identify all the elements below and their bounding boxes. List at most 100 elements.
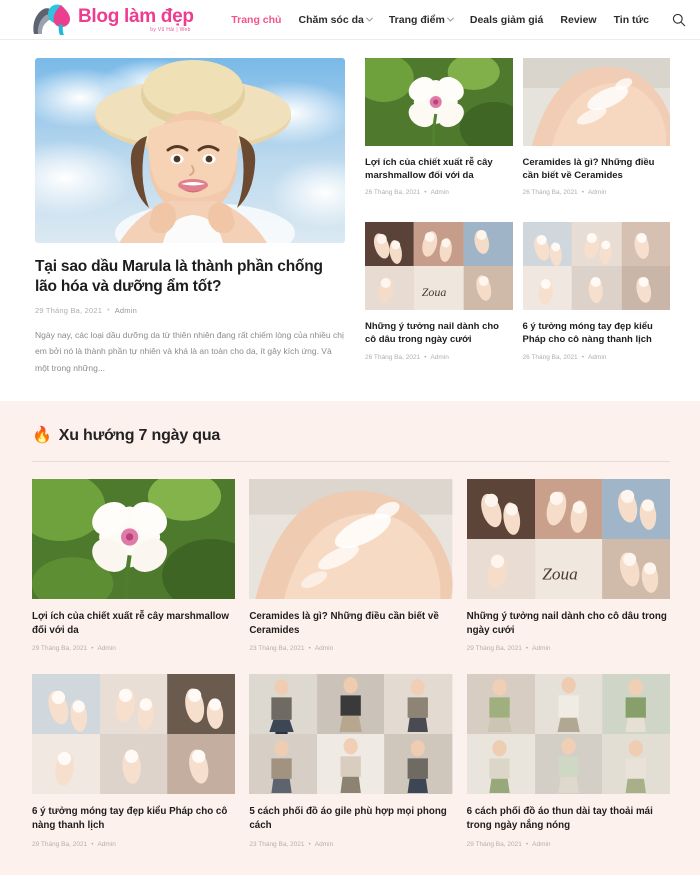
nav-label: Tin tức bbox=[613, 13, 649, 26]
side-card-0[interactable]: Lợi ích của chiết xuất rễ cây marshmallo… bbox=[353, 54, 528, 212]
side-card-image[interactable] bbox=[353, 54, 528, 154]
site-header: Blog làm đẹp by Vũ Hải | Web Trang chủ C… bbox=[0, 0, 700, 40]
trending-card-author[interactable]: Admin bbox=[315, 645, 333, 652]
trending-card-author[interactable]: Admin bbox=[532, 841, 550, 848]
trending-card-title[interactable]: Những ý tưởng nail dành cho cô dâu trong… bbox=[467, 610, 670, 638]
trending-card-meta: 29 Tháng Ba, 2021 • Admin bbox=[467, 841, 670, 848]
meta-separator: • bbox=[525, 645, 529, 653]
nav-label: Trang điểm bbox=[388, 13, 445, 26]
side-card-image[interactable]: Zoua bbox=[363, 222, 514, 311]
search-icon[interactable] bbox=[672, 13, 686, 27]
trending-card-date: 29 Tháng Ba, 2021 bbox=[466, 645, 522, 653]
side-card-meta: 26 Tháng Ba, 2021 • Admin bbox=[365, 354, 513, 361]
side-card-title[interactable]: 6 ý tưởng móng tay đẹp kiểu Pháp cho cô … bbox=[523, 320, 671, 346]
featured-article-title[interactable]: Tại sao dầu Marula là thành phần chống l… bbox=[35, 257, 345, 298]
nav-item-tin-tuc[interactable]: Tin tức bbox=[614, 14, 649, 26]
chevron-down-icon bbox=[365, 14, 373, 22]
nav-item-deals-giam-gia[interactable]: Deals giảm giá bbox=[470, 14, 544, 26]
featured-author[interactable]: Admin bbox=[115, 306, 137, 315]
trending-card-meta: 23 Tháng Ba, 2021 • Admin bbox=[249, 645, 452, 652]
nav-label: Trang chủ bbox=[231, 13, 282, 26]
trending-divider bbox=[32, 460, 670, 462]
nav-item-trang-chu[interactable]: Trang chủ bbox=[231, 14, 281, 26]
nav-item-review[interactable]: Review bbox=[560, 14, 596, 26]
chevron-down-icon bbox=[446, 14, 454, 22]
logo-subtitle: by Vũ Hải | Web bbox=[150, 26, 191, 33]
trending-card-title[interactable]: 6 cách phối đồ áo thun dài tay thoải mái… bbox=[467, 805, 670, 833]
meta-separator: • bbox=[581, 189, 584, 197]
side-card-author[interactable]: Admin bbox=[430, 354, 448, 361]
trending-card-image[interactable] bbox=[466, 673, 670, 796]
main-navigation: Trang chủ Chăm sóc da Trang điểm Deals g… bbox=[231, 13, 686, 27]
featured-article-image[interactable] bbox=[35, 58, 345, 243]
featured-article[interactable]: Tại sao dầu Marula là thành phần chống l… bbox=[35, 58, 345, 377]
side-card-2[interactable]: Zoua Những ý tưởng nail dành cho cô dâu … bbox=[363, 222, 514, 376]
side-card-date: 26 Tháng Ba, 2021 bbox=[522, 353, 578, 361]
trending-card-title[interactable]: Ceramides là gì? Những điều cần biết về … bbox=[249, 610, 452, 638]
trending-card-title[interactable]: Lợi ích của chiết xuất rễ cây marshmallo… bbox=[32, 610, 235, 638]
side-card-1[interactable]: Ceramides là gì? Những điều cần biết về … bbox=[521, 58, 674, 212]
trending-section: 🔥 Xu hướng 7 ngày qua Lợi ích của chiết … bbox=[0, 400, 700, 875]
trending-card-image[interactable] bbox=[32, 673, 236, 796]
featured-date: 29 Tháng Ba, 2021 bbox=[35, 305, 103, 315]
trending-card-2[interactable]: Zoua Những ý tưởng nail dành cho cô dâu … bbox=[466, 477, 670, 652]
svg-text:Zoua: Zoua bbox=[542, 564, 578, 583]
trending-card-image[interactable]: Zoua bbox=[466, 477, 670, 600]
side-card-date: 26 Tháng Ba, 2021 bbox=[365, 353, 421, 361]
side-card-meta: 26 Tháng Ba, 2021 • Admin bbox=[523, 189, 671, 196]
side-card-3[interactable]: 6 ý tưởng móng tay đẹp kiểu Pháp cho cô … bbox=[521, 222, 672, 376]
trending-card-4[interactable]: 5 cách phối đồ áo gile phù hợp mọi phong… bbox=[249, 673, 453, 848]
side-card-image[interactable] bbox=[521, 58, 674, 146]
featured-article-excerpt: Ngày nay, các loại dầu dưỡng da từ thiên… bbox=[35, 329, 344, 374]
side-card-title[interactable]: Những ý tưởng nail dành cho cô dâu trong… bbox=[365, 320, 513, 346]
trending-card-author[interactable]: Admin bbox=[97, 645, 115, 652]
side-card-author[interactable]: Admin bbox=[430, 189, 448, 196]
featured-section: Tại sao dầu Marula là thành phần chống l… bbox=[0, 40, 700, 401]
trending-card-date: 23 Tháng Ba, 2021 bbox=[249, 841, 305, 849]
trending-card-meta: 23 Tháng Ba, 2021 • Admin bbox=[249, 841, 452, 848]
meta-separator: • bbox=[91, 645, 94, 653]
nav-label: Chăm sóc da bbox=[298, 13, 364, 26]
trending-card-meta: 29 Tháng Ba, 2021 • Admin bbox=[32, 645, 235, 652]
trending-card-author[interactable]: Admin bbox=[532, 645, 550, 652]
trending-card-title[interactable]: 6 ý tưởng móng tay đẹp kiểu Pháp cho cô … bbox=[32, 805, 235, 833]
trending-card-author[interactable]: Admin bbox=[315, 841, 333, 848]
side-card-image[interactable] bbox=[521, 222, 672, 311]
featured-article-meta: 29 Tháng Ba, 2021 • Admin bbox=[35, 306, 345, 315]
side-card-meta: 26 Tháng Ba, 2021 • Admin bbox=[523, 354, 671, 361]
nav-label: Deals giảm giá bbox=[469, 13, 544, 26]
side-card-title[interactable]: Lợi ích của chiết xuất rễ cây marshmallo… bbox=[365, 156, 513, 182]
trending-card-1[interactable]: Ceramides là gì? Những điều cần biết về … bbox=[249, 477, 453, 652]
trending-card-image[interactable] bbox=[249, 477, 453, 600]
meta-separator: • bbox=[525, 841, 529, 849]
trending-card-date: 23 Tháng Ba, 2021 bbox=[249, 645, 305, 653]
svg-text:Zoua: Zoua bbox=[422, 285, 447, 299]
trending-card-0[interactable]: Lợi ích của chiết xuất rễ cây marshmallo… bbox=[15, 471, 260, 652]
nav-item-trang-diem[interactable]: Trang điểm bbox=[388, 13, 454, 26]
meta-separator: • bbox=[308, 645, 311, 653]
trending-card-meta: 29 Tháng Ba, 2021 • Admin bbox=[467, 645, 670, 652]
trending-card-date: 29 Tháng Ba, 2021 bbox=[32, 645, 88, 653]
meta-separator: • bbox=[308, 841, 311, 849]
trending-card-title[interactable]: 5 cách phối đồ áo gile phù hợp mọi phong… bbox=[249, 805, 452, 833]
trending-card-author[interactable]: Admin bbox=[97, 841, 115, 848]
trending-heading-text: Xu hướng 7 ngày qua bbox=[58, 426, 221, 444]
site-logo[interactable]: Blog làm đẹp by Vũ Hải | Web bbox=[30, 3, 194, 37]
side-card-author[interactable]: Admin bbox=[588, 354, 606, 361]
nav-label: Review bbox=[560, 13, 597, 26]
trending-card-image[interactable] bbox=[15, 471, 260, 612]
face-droplet-logo-icon bbox=[30, 3, 74, 37]
trending-card-image[interactable] bbox=[249, 673, 453, 796]
trending-card-5[interactable]: 6 cách phối đồ áo thun dài tay thoải mái… bbox=[466, 673, 670, 848]
trending-grid: Lợi ích của chiết xuất rễ cây marshmallo… bbox=[15, 471, 670, 849]
logo-text: Blog làm đẹp bbox=[78, 5, 194, 27]
side-card-author[interactable]: Admin bbox=[588, 189, 606, 196]
trending-card-3[interactable]: 6 ý tưởng móng tay đẹp kiểu Pháp cho cô … bbox=[32, 673, 236, 849]
side-card-grid: Lợi ích của chiết xuất rễ cây marshmallo… bbox=[353, 54, 674, 377]
nav-item-cham-soc-da[interactable]: Chăm sóc da bbox=[298, 13, 373, 26]
trending-card-date: 29 Tháng Ba, 2021 bbox=[32, 841, 88, 849]
trending-heading: 🔥 Xu hướng 7 ngày qua bbox=[32, 427, 670, 445]
meta-separator: • bbox=[91, 841, 94, 849]
fire-icon: 🔥 bbox=[32, 426, 52, 444]
side-card-title[interactable]: Ceramides là gì? Những điều cần biết về … bbox=[523, 156, 671, 182]
